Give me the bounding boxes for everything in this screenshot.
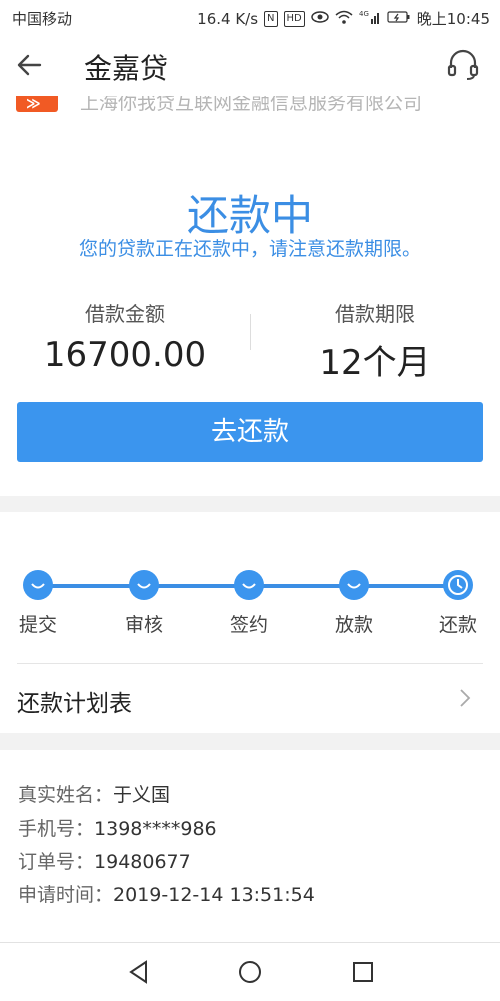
loan-amount-value: 16700.00 <box>43 335 207 375</box>
loan-amount: 借款金额 16700.00 <box>0 298 250 375</box>
apply-time-row: 申请时间：2019-12-14 13:51:54 <box>18 880 315 907</box>
chevron-right-icon <box>458 688 472 708</box>
company-strip: ≫ 上海你我贷互联网金融信息服务有限公司 <box>0 96 500 118</box>
status-icons: 16.4 K/s N HD 4G 晚上10:45 <box>197 8 490 29</box>
status-bar: 中国移动 16.4 K/s N HD 4G 晚上10:45 <box>0 0 500 34</box>
loan-status-subtitle: 您的贷款正在还款中，请注意还款期限。 <box>78 238 421 260</box>
apply-time-label: 申请时间： <box>18 884 114 906</box>
carrier-label: 中国移动 <box>12 10 73 28</box>
hd-icon: HD <box>283 10 305 27</box>
loan-term-label: 借款期限 <box>335 302 415 326</box>
repayment-plan-row[interactable]: 还款计划表 <box>0 664 500 732</box>
page-title: 金嘉贷 <box>84 52 169 85</box>
order-number-value: 19480677 <box>94 851 191 873</box>
loan-term-value: 12个月 <box>319 343 431 383</box>
back-arrow-icon[interactable] <box>14 49 46 81</box>
wifi-icon <box>335 10 353 27</box>
step-submit-smile-icon <box>23 570 53 600</box>
applicant-phone-value: 1398****986 <box>94 818 217 840</box>
loan-amount-label: 借款金额 <box>85 302 165 326</box>
nav-recents-icon[interactable] <box>350 959 376 985</box>
step-label-sign: 签约 <box>229 614 268 636</box>
applicant-name-value: 于义国 <box>113 784 171 806</box>
eye-icon <box>311 11 329 26</box>
loan-term: 借款期限 12个月 <box>250 298 500 384</box>
repay-button[interactable]: 去还款 <box>17 402 483 462</box>
app-bar: 金嘉贷 <box>0 34 500 96</box>
step-review-smile-icon <box>129 570 159 600</box>
applicant-name-row: 真实姓名：于义国 <box>18 780 170 807</box>
svg-text:4G: 4G <box>359 10 369 18</box>
company-name: 上海你我贷互联网金融信息服务有限公司 <box>80 96 423 114</box>
applicant-phone-row: 手机号：1398****986 <box>18 814 217 841</box>
step-disburse-smile-icon <box>339 570 369 600</box>
order-number-label: 订单号： <box>18 851 95 873</box>
nav-home-icon[interactable] <box>237 959 263 985</box>
step-label-submit: 提交 <box>18 614 57 636</box>
applicant-phone-label: 手机号： <box>18 818 95 840</box>
progress-card: 提交 审核 签约 放款 还款 还款计划表 <box>0 512 500 733</box>
clock-label: 晚上10:45 <box>416 10 490 28</box>
step-label-repay: 还款 <box>438 614 477 636</box>
applicant-name-label: 真实姓名： <box>18 784 114 806</box>
system-nav-bar <box>0 942 500 1001</box>
network-speed: 16.4 K/s <box>197 9 259 28</box>
applicant-info-card: 真实姓名：于义国 手机号：1398****986 订单号：19480677 申请… <box>0 750 500 942</box>
loan-status-card: 还款中 您的贷款正在还款中，请注意还款期限。 借款金额 16700.00 借款期… <box>0 118 500 496</box>
step-label-disburse: 放款 <box>334 614 373 636</box>
signal-icon: 4G <box>359 10 381 27</box>
customer-service-icon[interactable] <box>446 48 480 82</box>
nav-back-icon[interactable] <box>126 959 152 985</box>
battery-icon <box>387 11 411 26</box>
step-label-review: 审核 <box>124 614 163 636</box>
apply-time-value: 2019-12-14 13:51:54 <box>113 884 315 906</box>
repayment-plan-label: 还款计划表 <box>17 691 132 717</box>
nfc-icon: N <box>264 10 278 27</box>
step-repay-clock-icon <box>443 570 473 600</box>
order-number-row: 订单号：19480677 <box>18 847 191 874</box>
step-sign-smile-icon <box>234 570 264 600</box>
company-logo: ≫ <box>16 96 58 112</box>
